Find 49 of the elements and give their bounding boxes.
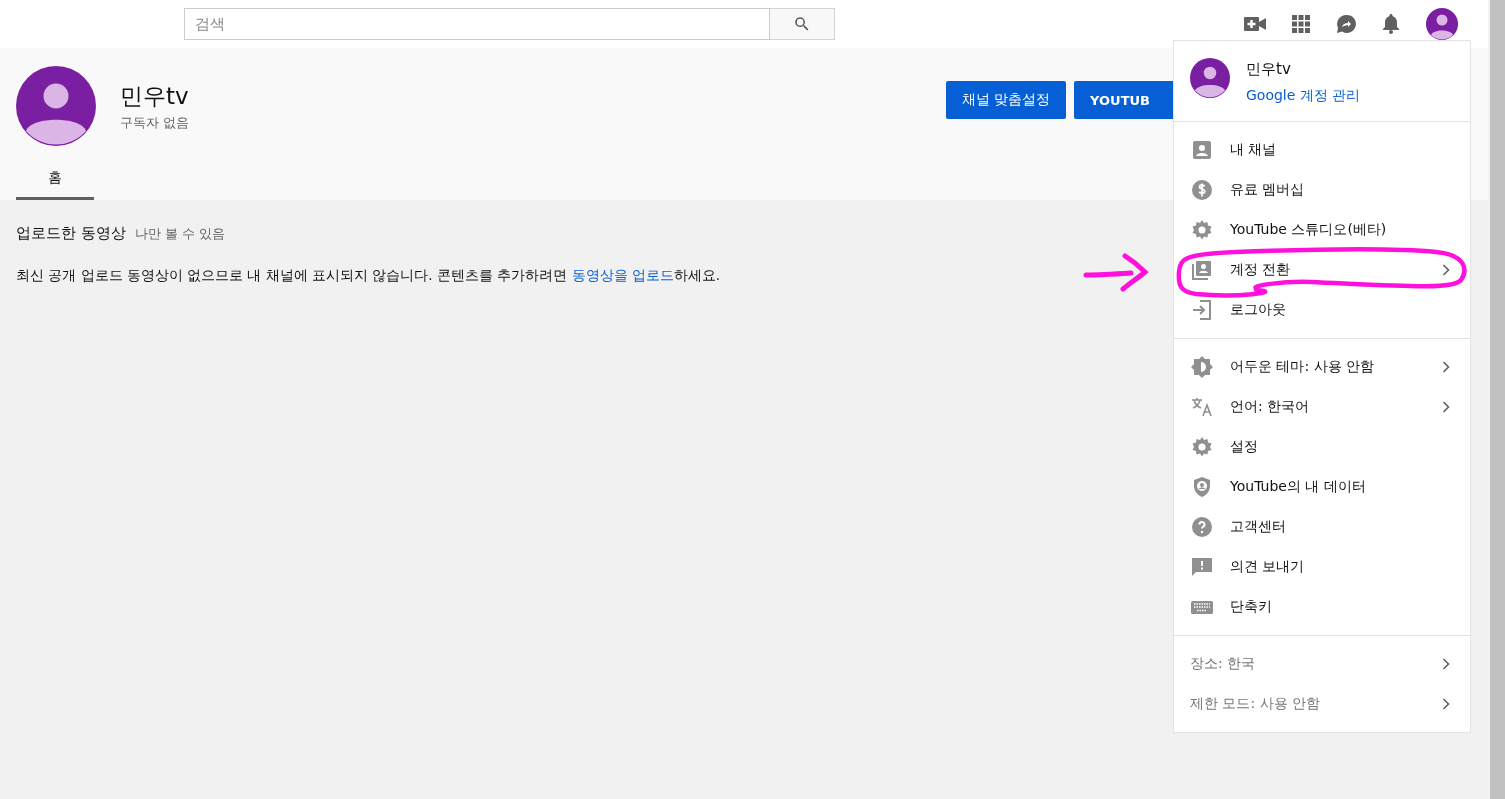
gear-icon: [1190, 218, 1214, 242]
subscriber-count: 구독자 없음: [120, 113, 190, 132]
help-icon: [1190, 515, 1214, 539]
section-title: 업로드한 동영상: [16, 224, 126, 243]
chevron-icon: [1442, 698, 1450, 710]
menu-item[interactable]: 의견 보내기: [1174, 547, 1470, 587]
menu-item[interactable]: 로그아웃: [1174, 290, 1470, 330]
menu-item[interactable]: 내 채널: [1174, 130, 1470, 170]
annotation-arrow: [1083, 251, 1149, 293]
chevron-icon: [1442, 264, 1450, 276]
customize-channel-button[interactable]: 채널 맞춤설정: [945, 81, 1067, 119]
chevron-icon: [1442, 401, 1450, 413]
bell-icon[interactable]: [1382, 14, 1400, 34]
feedback-icon: [1190, 555, 1214, 579]
menu-item[interactable]: 제한 모드: 사용 안함: [1174, 684, 1470, 724]
manage-account-link[interactable]: Google 계정 관리: [1246, 87, 1361, 105]
search-field[interactable]: 검색: [184, 8, 770, 40]
menu-item[interactable]: 어두운 테마: 사용 안함: [1174, 347, 1470, 387]
person-icon: [1190, 138, 1214, 162]
chevron-icon: [1442, 361, 1450, 373]
menu-item[interactable]: 언어: 한국어: [1174, 387, 1470, 427]
chevron-icon: [1442, 658, 1450, 670]
menu-item[interactable]: 장소: 한국: [1174, 644, 1470, 684]
account-name: 민우tv: [1246, 60, 1292, 79]
menu-item[interactable]: 단축키: [1174, 587, 1470, 627]
avatar[interactable]: [1426, 8, 1458, 40]
tab[interactable]: 홈: [16, 158, 94, 200]
switch-account-icon: [1190, 258, 1214, 282]
menu-item[interactable]: 계정 전환: [1174, 250, 1470, 290]
settings-icon: [1190, 435, 1214, 459]
search-icon: [793, 15, 811, 33]
video-camera-icon[interactable]: [1244, 16, 1266, 32]
search-button[interactable]: [770, 8, 835, 40]
empty-message: 최신 공개 업로드 동영상이 없으므로 내 채널에 표시되지 않습니다. 콘텐츠를 추가하려면 동영상을 업로드하세요.: [16, 267, 721, 285]
account-avatar: [1190, 58, 1230, 98]
menu-item[interactable]: YouTube의 내 데이터: [1174, 467, 1470, 507]
chat-bubble-icon[interactable]: [1336, 14, 1356, 34]
upload-link[interactable]: 동영상을 업로드: [571, 267, 674, 283]
sign-out-icon: [1190, 298, 1214, 322]
menu-item[interactable]: 유료 멤버십: [1174, 170, 1470, 210]
apps-grid-icon[interactable]: [1292, 15, 1310, 33]
scrollbar[interactable]: [1488, 0, 1505, 799]
visibility-note: 나만 볼 수 있음: [134, 225, 226, 243]
menu-item[interactable]: YouTube 스튜디오(베타): [1174, 210, 1470, 250]
theme-icon: [1190, 355, 1214, 379]
menu-item[interactable]: 고객센터: [1174, 507, 1470, 547]
channel-name: 민우tv: [120, 81, 190, 111]
menu-item[interactable]: 설정: [1174, 427, 1470, 467]
translate-icon: [1190, 395, 1214, 419]
